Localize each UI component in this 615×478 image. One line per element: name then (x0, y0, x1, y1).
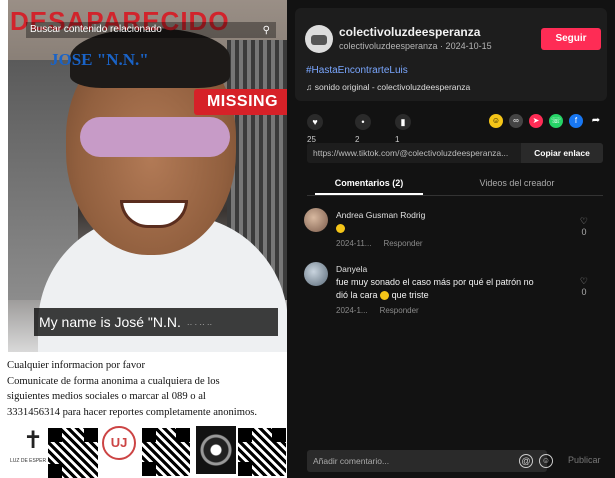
comment-like-count: 0 (581, 287, 587, 297)
author-avatar[interactable] (305, 25, 333, 53)
commenter-avatar[interactable] (304, 208, 328, 232)
whatsapp-icon[interactable]: ☏ (549, 114, 563, 128)
facebook-icon[interactable]: f (569, 114, 583, 128)
heart-outline-icon: ♡ (579, 276, 588, 286)
author-meta: colectivoluzdeesperanza · 2024-10-15 (339, 41, 492, 51)
share-arrow-icon[interactable]: ➦ (589, 114, 603, 128)
qr-code-icon (46, 426, 100, 478)
emoji-icon (336, 224, 345, 234)
privacy-blur-bar (80, 117, 230, 157)
collective-logo: ✝ LUZ DE ESPERANZA (10, 426, 59, 470)
poster-logos: ✝ LUZ DE ESPERANZA UJ (6, 424, 287, 478)
post-url[interactable]: https://www.tiktok.com/@colectivoluzdees… (313, 143, 521, 163)
comment-like[interactable]: ♡ 0 (580, 216, 588, 238)
comment-like-count: 0 (581, 227, 587, 237)
organization-seal-icon: UJ (102, 426, 136, 460)
publish-button[interactable]: Publicar (568, 455, 601, 465)
hashtag-link[interactable]: #HastaEncontrarteLuis (306, 65, 408, 76)
heart-outline-icon: ♡ (579, 216, 588, 226)
comment-text: fue muy sonado el caso más por qué el pa… (336, 276, 534, 302)
tab-comments[interactable]: Comentarios (2) (315, 173, 423, 195)
missing-person-photo: JOSE "N.N." MISSING My name is José "N.N… (8, 0, 287, 352)
mention-icon[interactable]: @ (519, 454, 533, 468)
follow-button[interactable]: Seguir (541, 28, 601, 50)
info-line: siguientes medios sociales o marcar al 0… (7, 391, 206, 402)
related-search-label: Buscar contenido relacionado (30, 24, 162, 35)
poster-name: JOSE "N.N." (50, 50, 149, 69)
qr-code-icon (236, 426, 287, 478)
qr-code-icon (140, 426, 192, 478)
send-icon[interactable]: ➤ (529, 114, 543, 128)
reply-link[interactable]: Responder (380, 306, 419, 315)
comment-text-line: fue muy sonado el caso más por qué el pa… (336, 277, 534, 287)
comment-input[interactable] (307, 450, 507, 472)
save-action[interactable]: ▮1 (395, 113, 415, 144)
reply-link[interactable]: Responder (383, 239, 422, 248)
comment-meta: 2024-1... Responder (336, 306, 431, 315)
search-icon[interactable]: ⚲ (263, 23, 270, 39)
comment-text (336, 222, 345, 235)
poster-info-text: Cualquier informacion por favor Comunica… (7, 358, 287, 420)
like-action[interactable]: ♥25 (307, 113, 327, 144)
comment-text-line: dió la cara que triste (336, 290, 429, 301)
info-line: Cualquier informacion por favor (7, 360, 145, 371)
tab-creator-videos[interactable]: Videos del creador (457, 173, 577, 193)
commenter-avatar[interactable] (304, 262, 328, 286)
comment-date: 2024-1... (336, 306, 368, 315)
comment-composer: @ ☺ (307, 450, 553, 472)
heart-icon: ♥ (307, 113, 323, 130)
comment-meta: 2024-11... Responder (336, 239, 435, 248)
commenter-name[interactable]: Andrea Gusman Rodrig (336, 210, 425, 220)
comment-like[interactable]: ♡ 0 (580, 276, 588, 298)
info-line: Comunicate de forma anonima a cualquiera… (7, 375, 220, 387)
video-poster[interactable]: JOSE "N.N." MISSING My name is José "N.N… (0, 0, 287, 478)
comment-tabs: Comentarios (2) Videos del creador (307, 173, 603, 196)
eye-logo-icon (196, 426, 236, 474)
caption-text: My name is José "N.N. (39, 314, 181, 330)
emoji-icon (380, 291, 390, 301)
commenter-name[interactable]: Danyela (336, 264, 367, 274)
comment-item: Andrea Gusman Rodrig 2024-11... Responder… (304, 208, 604, 252)
caption-tail: ·· · ·· ·· (186, 320, 213, 329)
author-card: colectivoluzdeesperanza colectivoluzdees… (295, 8, 607, 101)
comment-item: Danyela fue muy sonado el caso más por q… (304, 262, 604, 320)
link-box: https://www.tiktok.com/@colectivoluzdees… (307, 143, 603, 163)
post-details-panel: colectivoluzdeesperanza colectivoluzdees… (287, 0, 615, 478)
embed-icon[interactable]: ∞ (509, 114, 523, 128)
comment-bubble-icon: • (355, 113, 371, 130)
emoji-picker-icon[interactable]: ☺ (539, 454, 553, 468)
missing-badge: MISSING (194, 89, 287, 115)
sound-info[interactable]: ♫ sonido original - colectivoluzdeespera… (306, 82, 470, 92)
share-emoji-icon[interactable]: ☺ (489, 114, 503, 128)
video-caption: My name is José "N.N. ·· · ·· ·· (34, 308, 278, 336)
bookmark-icon: ▮ (395, 113, 411, 130)
copy-link-button[interactable]: Copiar enlace (521, 143, 603, 163)
comment-action[interactable]: •2 (355, 113, 375, 144)
related-search-bar[interactable]: Buscar contenido relacionado ⚲ (26, 22, 276, 38)
sound-label: sonido original - colectivoluzdeesperanz… (314, 82, 471, 92)
cross-icon: ✝ (23, 427, 44, 454)
music-note-icon: ♫ (306, 82, 313, 92)
comment-date: 2024-11... (336, 239, 372, 248)
author-username[interactable]: colectivoluzdeesperanza (339, 25, 480, 39)
info-line: 3331456314 para hacer reportes completam… (7, 406, 258, 418)
